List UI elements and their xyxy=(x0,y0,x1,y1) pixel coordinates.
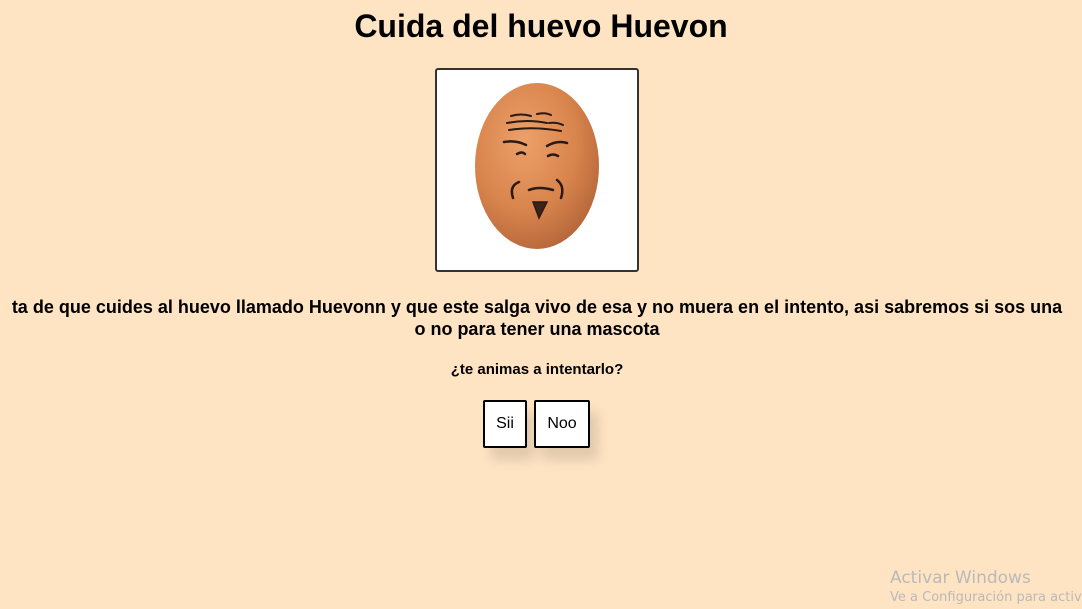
description-line-2: o no para tener una mascota xyxy=(414,319,660,339)
watermark-subtitle: Ve a Configuración para activ xyxy=(890,590,1082,605)
egg-face-icon xyxy=(475,83,599,249)
page: Cuida del huevo Huevon ta de que cuides … xyxy=(0,0,1082,609)
windows-activation-watermark: Activar Windows Ve a Configuración para … xyxy=(890,567,1082,607)
yes-button[interactable]: Sii xyxy=(483,400,527,448)
question-text: ¿te animas a intentarlo? xyxy=(450,361,624,378)
egg-image-frame xyxy=(435,68,639,272)
page-title: Cuida del huevo Huevon xyxy=(354,8,728,44)
description-text: ta de que cuides al huevo llamado Huevon… xyxy=(0,296,1082,340)
no-button[interactable]: Noo xyxy=(534,400,590,448)
description-line-1: ta de que cuides al huevo llamado Huevon… xyxy=(11,297,1063,317)
watermark-title: Activar Windows xyxy=(890,568,1031,588)
